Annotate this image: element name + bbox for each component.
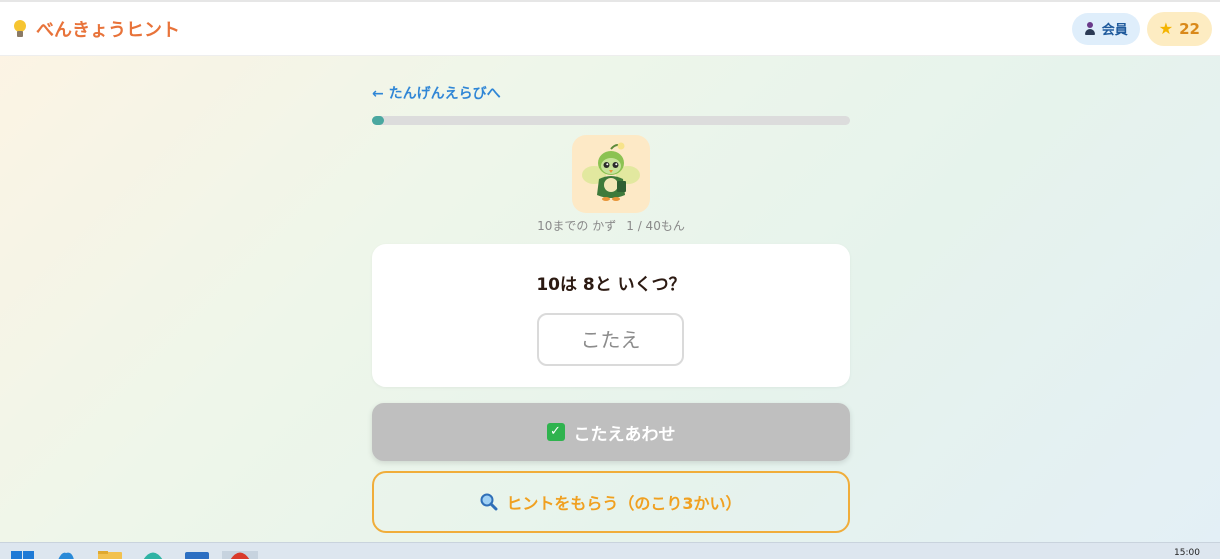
copilot-icon[interactable] (56, 551, 76, 559)
get-hint-button[interactable]: ヒントをもらう（のこり3かい） (372, 471, 850, 533)
header-actions: 会員 ★ 22 (1071, 11, 1212, 46)
check-answer-button[interactable]: ✓ こたえあわせ (372, 403, 850, 461)
unit-label: 10までの かず (537, 219, 617, 233)
question-card: 10は 8と いくつ？ (372, 244, 850, 387)
brand[interactable]: べんきょうヒント (12, 16, 180, 42)
check-answer-label: こたえあわせ (573, 424, 676, 445)
question-counter: 1 / 40もん (626, 219, 685, 233)
lightbulb-icon (12, 19, 28, 39)
checkbox-icon: ✓ (546, 423, 565, 441)
progress-bar (372, 116, 850, 125)
star-icon: ★ (1158, 18, 1174, 38)
member-button[interactable]: 会員 (1071, 12, 1140, 45)
star-count: 22 (1179, 19, 1200, 38)
answer-input[interactable] (537, 313, 684, 366)
get-hint-label: ヒントをもらう（のこり3かい） (506, 494, 742, 513)
back-to-units-link[interactable]: ← たんげんえらびへ (372, 83, 501, 103)
question-meta: 10までの かず 1 / 40もん (372, 217, 850, 234)
user-icon (1084, 22, 1096, 35)
mascot-image (572, 135, 650, 213)
edge-browser-icon[interactable] (142, 551, 164, 559)
top-bar: べんきょうヒント 会員 ★ 22 (0, 0, 1220, 56)
chrome-browser-icon[interactable] (222, 551, 258, 559)
store-icon[interactable] (185, 551, 209, 559)
os-taskbar: 15:00 (0, 542, 1220, 559)
question-text: 10は 8と いくつ？ (536, 275, 686, 295)
windows-start-icon[interactable] (11, 551, 35, 559)
taskbar-clock: 15:00 (1174, 548, 1200, 558)
magnifier-icon (480, 493, 498, 511)
mascot-character-icon (582, 142, 640, 201)
app-title: べんきょうヒント (36, 19, 180, 41)
star-count-badge[interactable]: ★ 22 (1146, 11, 1212, 46)
progress-fill (372, 116, 384, 125)
member-label: 会員 (1101, 23, 1128, 38)
folder-icon[interactable] (98, 551, 122, 559)
